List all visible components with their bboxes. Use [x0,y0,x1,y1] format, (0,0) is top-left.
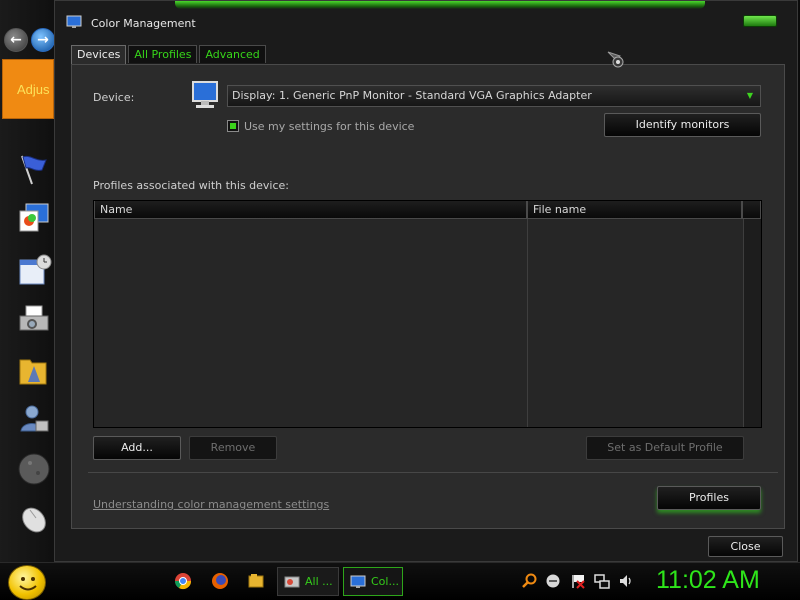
close-button[interactable]: Close [708,536,783,557]
forward-button[interactable]: → [31,28,55,52]
chevron-down-icon[interactable]: ▼ [744,86,756,106]
taskbar-task-label: All ... [305,575,333,588]
profiles-label: Profiles associated with this device: [93,179,290,192]
folder-icon[interactable] [16,352,52,388]
column-header-filler [742,201,761,219]
profiles-button[interactable]: Profiles [657,486,761,510]
folders-icon[interactable] [247,572,265,590]
volume-icon[interactable] [618,573,634,589]
user-icon[interactable] [16,401,52,437]
flag-icon[interactable] [570,573,586,589]
display-icon[interactable] [16,201,52,237]
taskbar-task-label: Col... [371,575,399,588]
monitor-icon [192,81,218,108]
taskbar-task-all-control-panel[interactable]: All ... [277,567,339,596]
column-header-file-name[interactable]: File name [527,201,742,219]
identify-monitors-button[interactable]: Identify monitors [604,113,761,137]
list-header: Name File name [94,201,761,219]
firefox-icon[interactable] [211,572,229,590]
add-button[interactable]: Add... [93,436,181,460]
chrome-icon[interactable] [174,572,192,590]
tab-advanced[interactable]: Advanced [199,45,266,63]
disc-icon[interactable] [16,451,52,487]
window-title: Color Management [91,17,196,30]
list-scrollbar[interactable] [743,219,761,427]
device-dropdown-value: Display: 1. Generic PnP Monitor - Standa… [232,89,592,102]
maximize-button[interactable] [743,15,777,27]
use-my-settings-checkbox[interactable] [227,120,239,132]
cursor-icon [607,51,624,68]
profiles-list[interactable]: Name File name [93,200,762,428]
network-icon[interactable] [594,573,610,589]
set-default-profile-button[interactable]: Set as Default Profile [586,436,744,460]
color-management-icon [350,575,366,588]
flag-icon[interactable] [16,152,52,188]
start-button[interactable] [8,565,46,600]
adjust-tile[interactable]: Adjus [2,59,54,119]
tab-strip: Devices All Profiles Advanced [71,45,268,65]
calendar-icon[interactable] [16,252,52,288]
taskbar: All ... Col... 11:02 AM [0,562,800,600]
color-management-icon [66,15,82,28]
title-bar[interactable]: Color Management [55,9,797,39]
devices-panel: Device: Display: 1. Generic PnP Monitor … [71,51,785,529]
taskbar-task-color-management[interactable]: Col... [343,567,403,596]
smiley-icon [19,577,37,591]
back-button[interactable]: ← [4,28,28,52]
side-panel: ← → Adjus [0,0,62,562]
status-circle-icon[interactable] [545,573,561,589]
search-icon[interactable] [521,573,537,589]
remove-button[interactable]: Remove [189,436,277,460]
device-dropdown[interactable]: Display: 1. Generic PnP Monitor - Standa… [227,85,761,107]
control-panel-icon [284,576,300,587]
tab-all-profiles[interactable]: All Profiles [128,45,198,63]
understanding-link[interactable]: Understanding color management settings [93,498,329,511]
mouse-icon[interactable] [16,500,52,536]
device-label: Device: [93,91,135,104]
tab-devices[interactable]: Devices [71,45,127,65]
color-management-window: Color Management Devices All Profiles Ad… [54,0,798,562]
separator [88,472,778,473]
clock[interactable]: 11:02 AM [656,566,760,595]
column-divider [527,219,528,427]
use-my-settings-label[interactable]: Use my settings for this device [244,120,414,133]
column-header-name[interactable]: Name [94,201,527,219]
printer-icon[interactable] [16,302,52,338]
title-glow [175,1,705,9]
